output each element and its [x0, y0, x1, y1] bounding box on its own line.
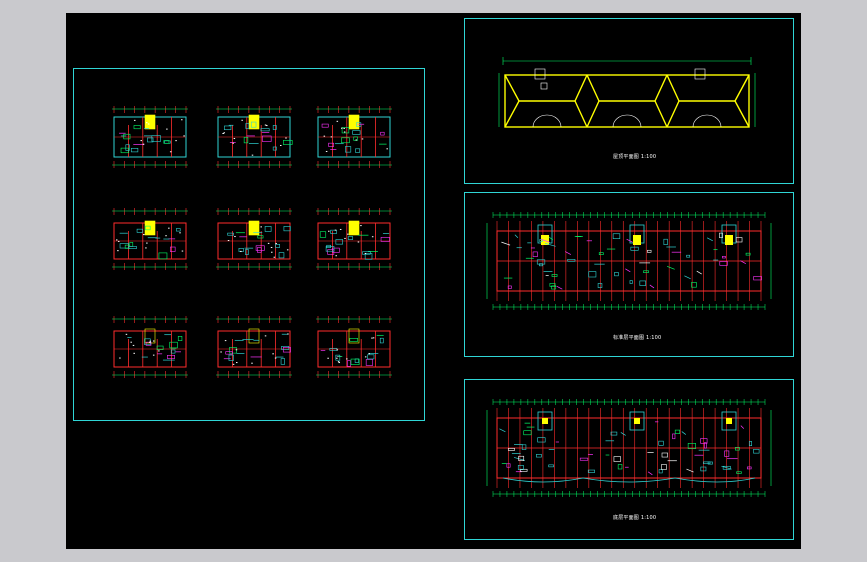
unit-floor-plan	[112, 106, 188, 168]
standard-floor-caption: 标准层平面图 1:100	[613, 335, 662, 341]
roof-plan-sheet[interactable]: 屋顶平面图 1:100	[464, 18, 794, 184]
unit-floor-plan	[216, 208, 292, 270]
drawing-canvas[interactable]: 屋顶平面图 1:100 标准层平面图 1:100 底层平面图 1:100	[66, 13, 801, 549]
standard-floor-drawing	[486, 212, 772, 310]
unit-plans-sheet[interactable]	[73, 68, 425, 421]
ground-floor-drawing	[486, 399, 772, 497]
unit-floor-plan	[112, 208, 188, 270]
unit-floor-plan	[316, 208, 392, 270]
roof-plan-drawing	[498, 57, 756, 128]
roof-plan-caption: 屋顶平面图 1:100	[613, 154, 657, 160]
ground-floor-caption: 底层平面图 1:100	[613, 515, 657, 521]
unit-floor-plan	[112, 316, 188, 378]
unit-floor-plan	[316, 316, 392, 378]
unit-floor-plan	[316, 106, 392, 168]
unit-floor-plan	[216, 316, 292, 378]
unit-floor-plan	[216, 106, 293, 168]
standard-floor-sheet[interactable]: 标准层平面图 1:100	[464, 192, 794, 357]
ground-floor-sheet[interactable]: 底层平面图 1:100	[464, 379, 794, 540]
